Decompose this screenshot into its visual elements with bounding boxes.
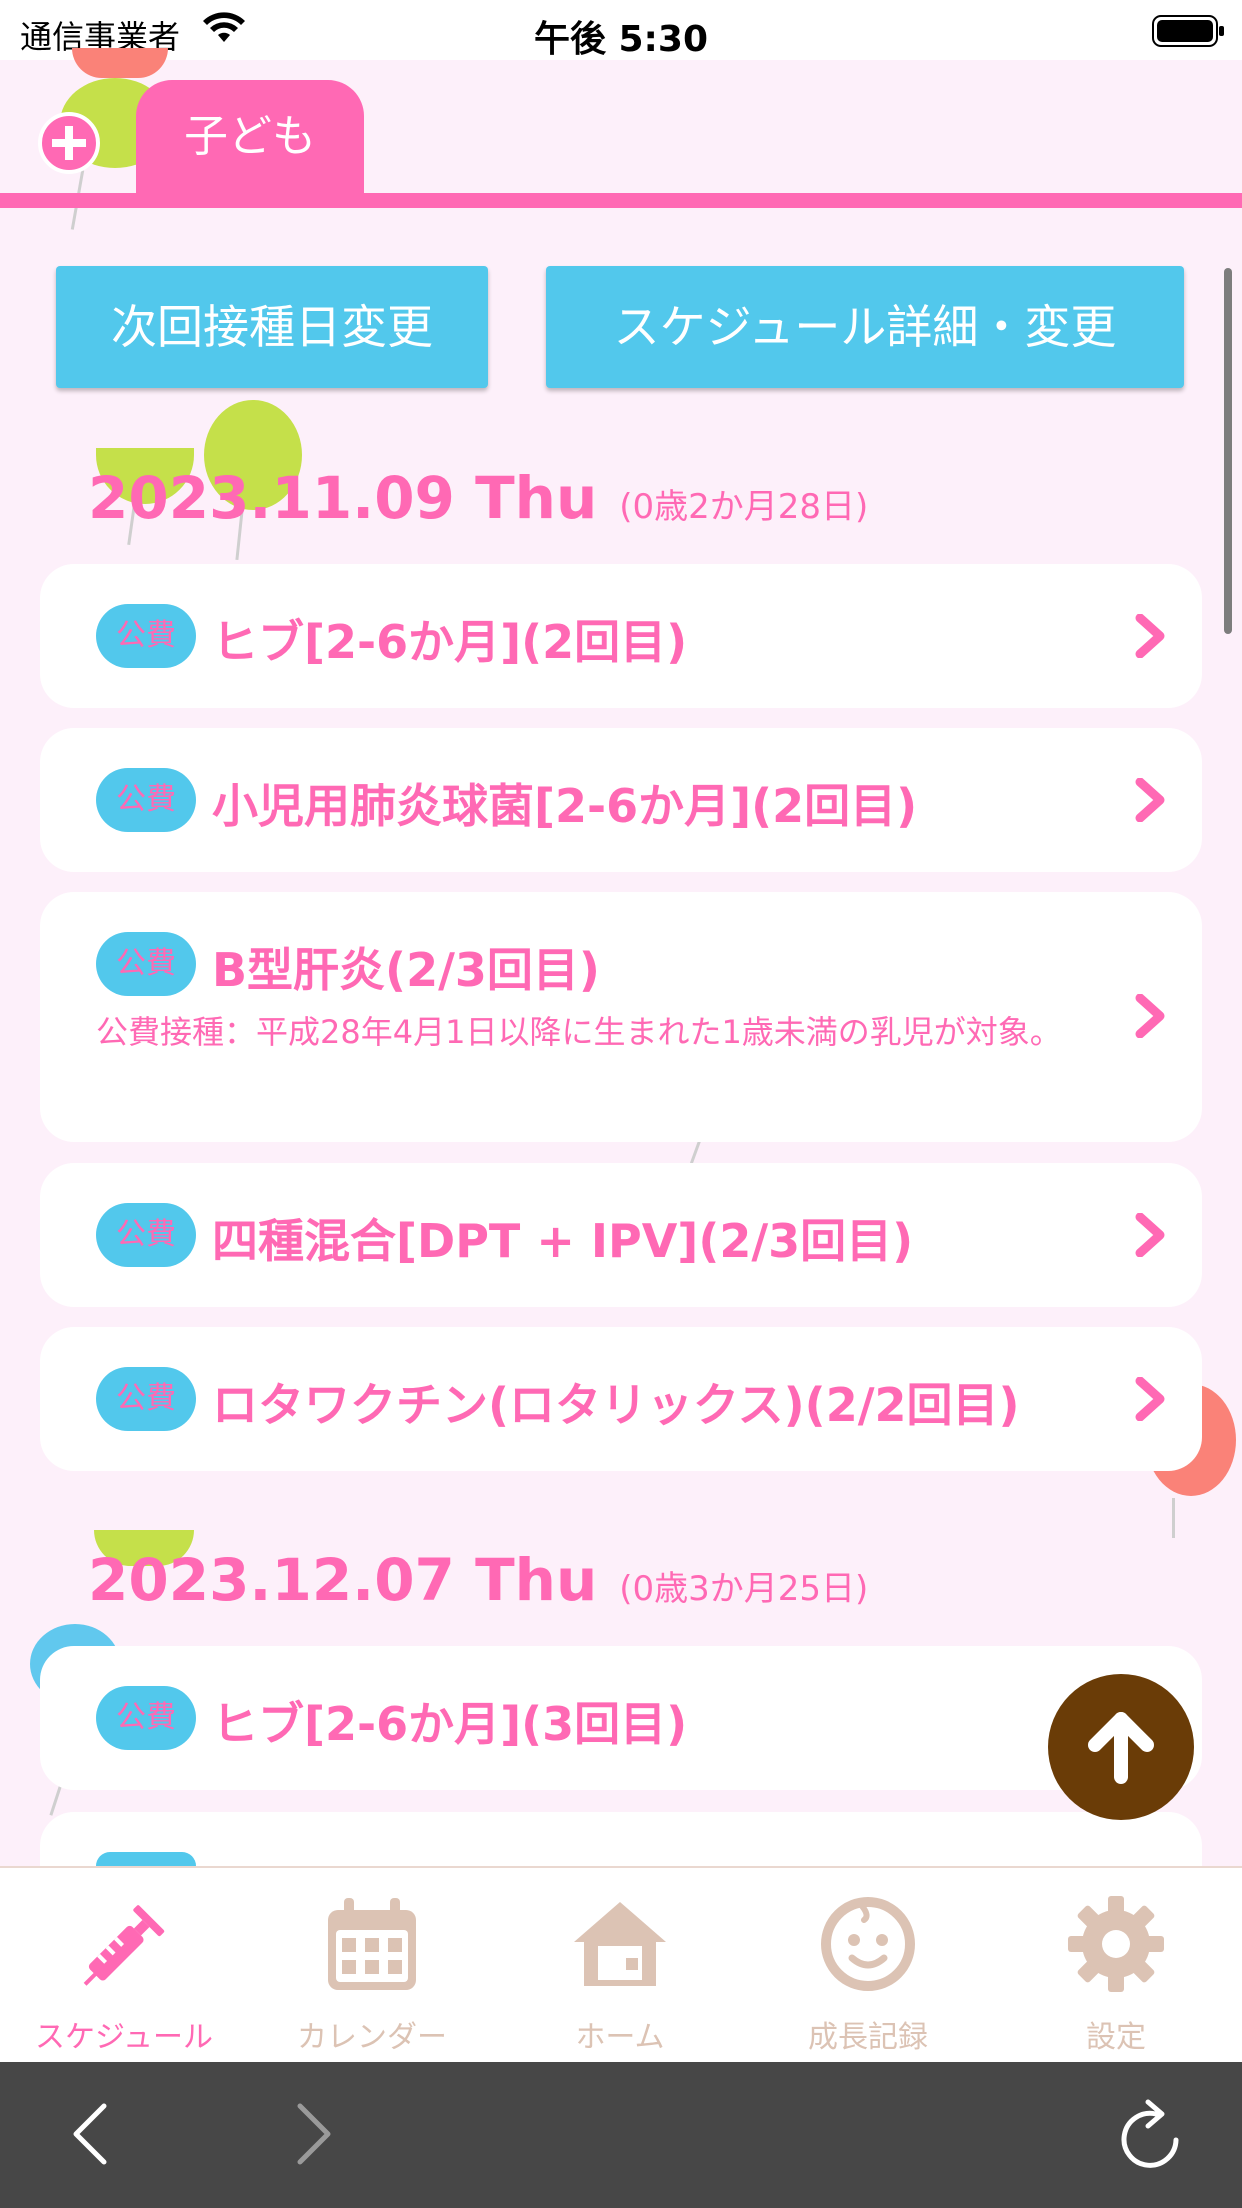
scroll-to-top-button[interactable] [1048, 1674, 1194, 1820]
nav-item-home[interactable]: ホーム [496, 1868, 744, 2064]
vaccine-card[interactable]: 公費 ヒブ[2-6か月](3回目) [40, 1646, 1202, 1790]
nav-label: カレンダー [297, 2020, 447, 2055]
vaccine-title: 四種混合[DPT + IPV](2/3回目) [212, 1214, 914, 1268]
bottom-nav: スケジュール カレンダー ホーム 成長記録 設定 [0, 1866, 1242, 2064]
vaccine-title: ロタワクチン(ロタリックス)(2/2回目) [212, 1378, 1020, 1432]
schedule-date-header: 2023.12.07 Thu (0歳3か月25日) [88, 1546, 868, 1614]
nav-item-schedule[interactable]: スケジュール [0, 1868, 248, 2064]
chevron-right-icon [1135, 614, 1165, 658]
date-label: 2023.11.09 Thu [88, 464, 598, 532]
baby-face-icon [821, 1897, 915, 1991]
battery-icon [1152, 15, 1224, 47]
arrow-up-icon [1088, 1712, 1154, 1784]
chevron-right-icon [1135, 1377, 1165, 1421]
vaccine-card[interactable] [40, 1812, 1202, 1866]
schedule-date-header: 2023.11.09 Thu (0歳2か月28日) [88, 464, 868, 532]
schedule-detail-button[interactable]: スケジュール詳細・変更 [546, 266, 1184, 388]
vaccine-title: 小児用肺炎球菌[2-6か月](2回目) [212, 779, 918, 833]
forward-icon[interactable] [294, 2102, 334, 2166]
vaccine-title: ヒブ[2-6か月](2回目) [212, 615, 688, 669]
age-label: (0歳3か月25日) [619, 1569, 869, 1609]
vaccine-title: ヒブ[2-6か月](3回目) [212, 1697, 688, 1751]
tab-bar-underline [0, 193, 1242, 208]
reload-icon[interactable] [1116, 2098, 1188, 2174]
back-icon[interactable] [70, 2102, 110, 2166]
calendar-icon [328, 1898, 416, 1990]
age-label: (0歳2か月28日) [619, 487, 869, 527]
syringe-icon [83, 1905, 165, 1986]
nav-item-settings[interactable]: 設定 [992, 1868, 1240, 2064]
vaccine-note: 公費接種：平成28年4月1日以降に生まれた1歳未満の乳児が対象。 [96, 1013, 1062, 1051]
home-icon [574, 1902, 666, 1986]
gear-icon [1068, 1896, 1164, 1992]
tab-child[interactable]: 子ども [136, 80, 364, 194]
vaccine-card[interactable]: 公費 B型肝炎(2/3回目) 公費接種：平成28年4月1日以降に生まれた1歳未満… [40, 892, 1202, 1142]
vaccine-card[interactable]: 公費 小児用肺炎球菌[2-6か月](2回目) [40, 728, 1202, 872]
change-next-date-button[interactable]: 次回接種日変更 [56, 266, 488, 388]
public-fee-badge: 公費 [96, 768, 196, 832]
browser-toolbar [0, 2062, 1242, 2208]
nav-item-growth[interactable]: 成長記録 [744, 1868, 992, 2064]
nav-item-calendar[interactable]: カレンダー [248, 1868, 496, 2064]
vaccine-title: B型肝炎(2/3回目) [212, 943, 600, 997]
vaccine-card[interactable]: 公費 ヒブ[2-6か月](2回目) [40, 564, 1202, 708]
nav-label: ホーム [575, 2020, 665, 2055]
public-fee-badge: 公費 [96, 604, 196, 668]
scroll-indicator[interactable] [1224, 268, 1232, 634]
chevron-right-icon [1135, 1213, 1165, 1257]
vaccine-card[interactable]: 公費 ロタワクチン(ロタリックス)(2/2回目) [40, 1327, 1202, 1471]
chevron-right-icon [1135, 778, 1165, 822]
date-label: 2023.12.07 Thu [88, 1546, 598, 1614]
add-child-button[interactable] [38, 112, 100, 174]
public-fee-badge [96, 1852, 196, 1866]
nav-label: 設定 [1086, 2020, 1146, 2055]
public-fee-badge: 公費 [96, 1686, 196, 1750]
status-time: 午後 5:30 [533, 19, 709, 60]
public-fee-badge: 公費 [96, 1367, 196, 1431]
nav-label: 成長記録 [808, 2020, 928, 2055]
status-bar: 通信事業者 午後 5:30 [0, 0, 1242, 60]
vaccine-card[interactable]: 公費 四種混合[DPT + IPV](2/3回目) [40, 1163, 1202, 1307]
public-fee-badge: 公費 [96, 1203, 196, 1267]
chevron-right-icon [1135, 994, 1165, 1038]
nav-label: スケジュール [35, 2020, 213, 2055]
public-fee-badge: 公費 [96, 932, 196, 996]
